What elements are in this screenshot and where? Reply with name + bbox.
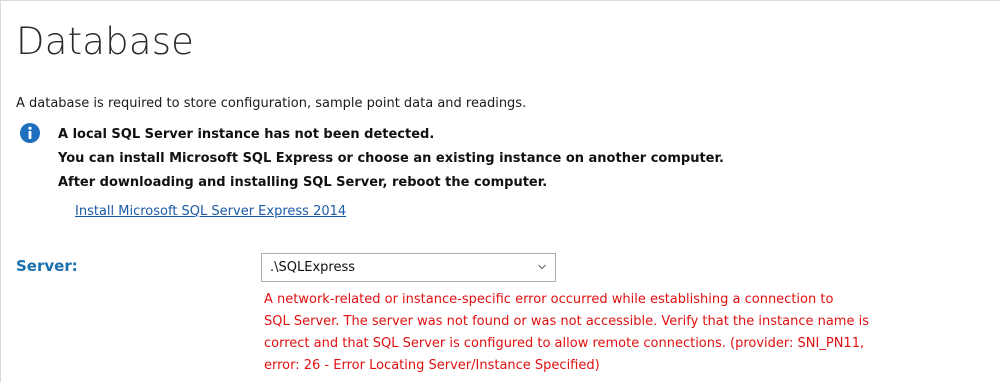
panel-left-border [0, 0, 1, 382]
chevron-down-icon[interactable] [537, 263, 547, 271]
error-line: error: 26 - Error Locating Server/Instan… [264, 358, 600, 373]
info-line: You can install Microsoft SQL Express or… [58, 151, 724, 166]
info-line: After downloading and installing SQL Ser… [58, 175, 548, 190]
connection-error-message: A network-related or instance-specific e… [264, 289, 994, 377]
page-title: Database [16, 20, 195, 63]
error-line: A network-related or instance-specific e… [264, 292, 834, 307]
server-label: Server: [16, 257, 78, 275]
intro-text: A database is required to store configur… [16, 96, 527, 111]
info-line: A local SQL Server instance has not been… [58, 127, 435, 142]
panel-top-border [0, 0, 1000, 1]
server-dropdown[interactable]: .\SQLExpress [261, 253, 556, 282]
error-line: SQL Server. The server was not found or … [264, 314, 869, 329]
sql-not-detected-message: A local SQL Server instance has not been… [58, 123, 724, 195]
install-sql-express-link[interactable]: Install Microsoft SQL Server Express 201… [75, 201, 346, 223]
info-icon [20, 123, 40, 143]
server-value: .\SQLExpress [270, 260, 356, 275]
error-line: correct and that SQL Server is configure… [264, 336, 865, 351]
